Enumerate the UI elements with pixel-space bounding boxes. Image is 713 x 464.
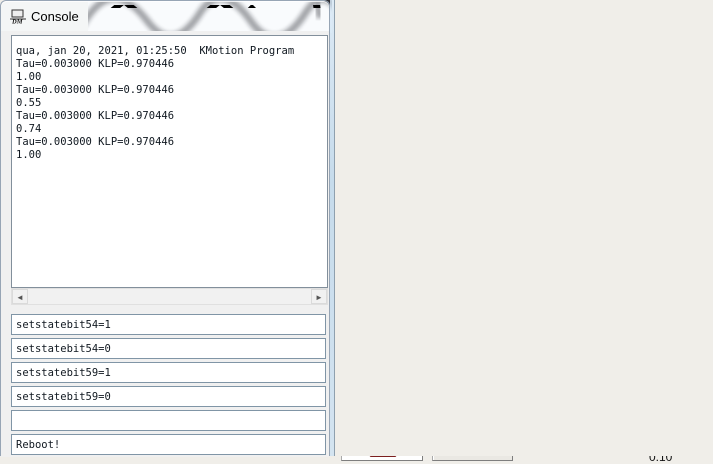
- console-horizontal-scrollbar[interactable]: ◄ ►: [11, 288, 328, 305]
- command-input[interactable]: setstatebit54=0: [11, 338, 326, 359]
- command-input[interactable]: Reboot!: [11, 434, 326, 455]
- scroll-right-arrow-icon[interactable]: ►: [311, 289, 327, 304]
- jog-control-panel: [334, 0, 713, 456]
- svg-text:DM: DM: [11, 19, 23, 25]
- scroll-left-arrow-icon[interactable]: ◄: [12, 289, 28, 304]
- console-log[interactable]: qua, jan 20, 2021, 01:25:50 KMotion Prog…: [11, 35, 328, 288]
- command-input[interactable]: [11, 410, 326, 431]
- dm-logo-icon: DM: [9, 8, 27, 24]
- console-titlebar[interactable]: DM Console: [1, 1, 329, 31]
- command-input[interactable]: setstatebit59=1: [11, 362, 326, 383]
- command-input[interactable]: setstatebit59=0: [11, 386, 326, 407]
- command-input[interactable]: setstatebit54=1: [11, 314, 326, 335]
- console-window-title: Console: [31, 9, 79, 24]
- window-glass-edge: [330, 0, 334, 456]
- console-window: DM Console qua, jan 20, 2021, 01:25:50 K…: [0, 0, 330, 456]
